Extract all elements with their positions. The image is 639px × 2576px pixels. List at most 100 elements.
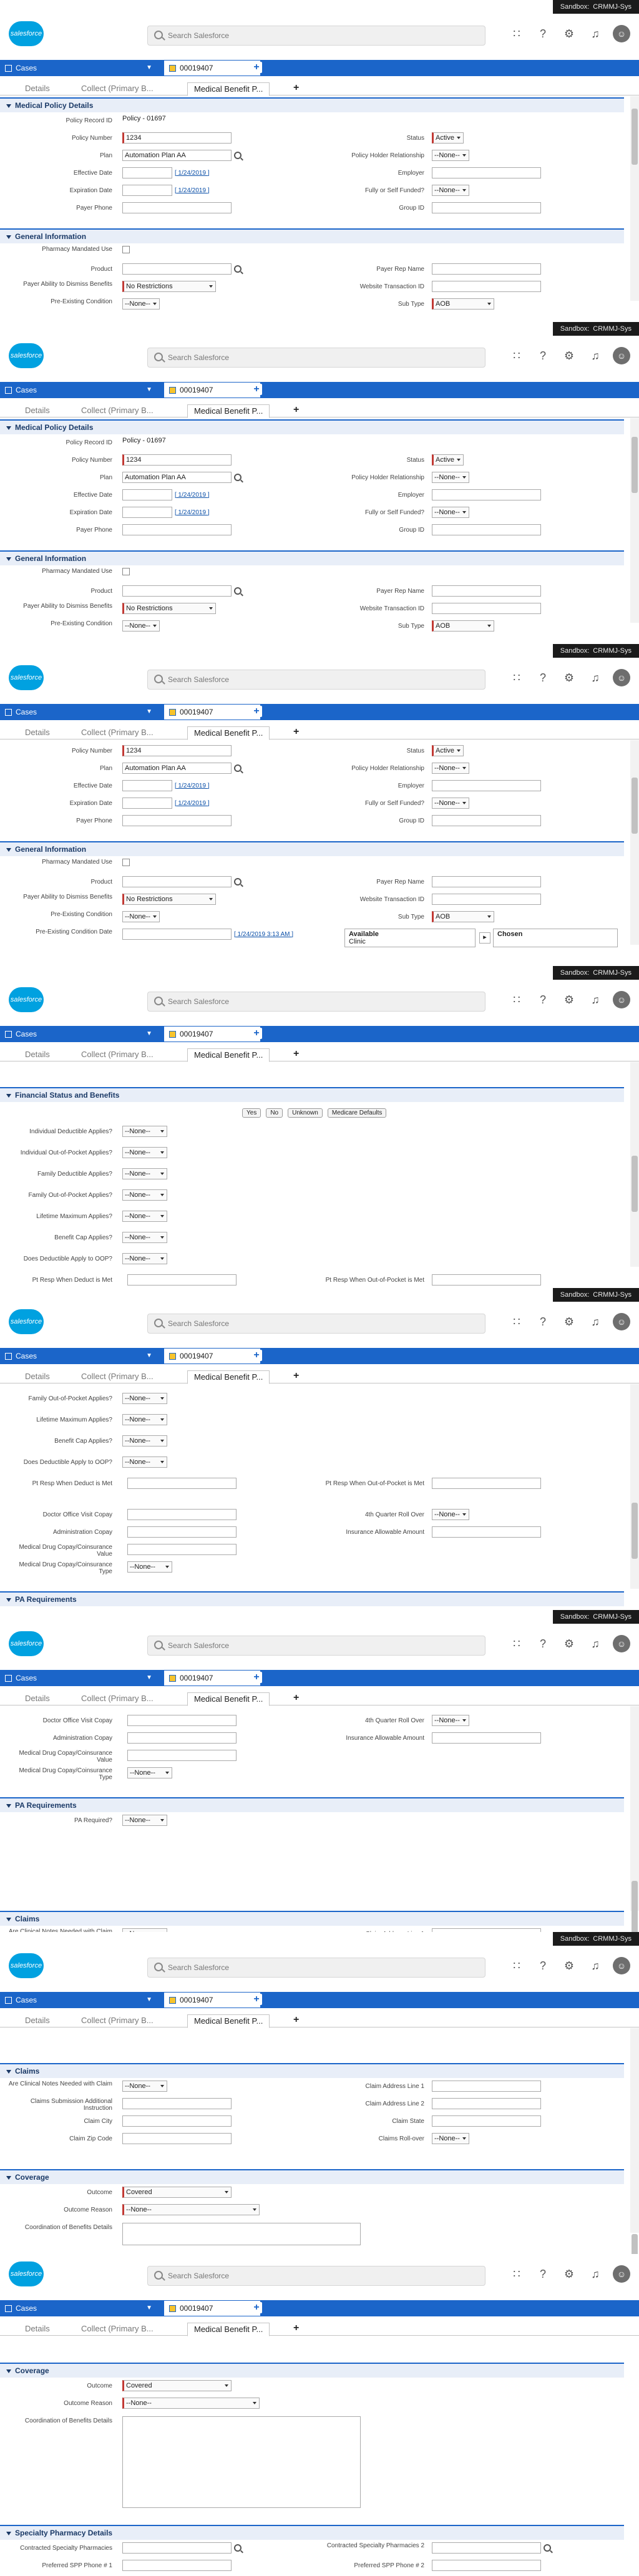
subtab-collect[interactable]: Collect (Primary B... xyxy=(75,1692,160,1705)
section-coverage[interactable]: Coverage xyxy=(0,2363,624,2378)
admin-copay-input[interactable] xyxy=(127,1526,237,1538)
group-id-input[interactable] xyxy=(432,815,541,826)
avatar[interactable]: ☺ xyxy=(613,25,630,42)
medicare-defaults-button[interactable]: Medicare Defaults xyxy=(327,1108,387,1118)
new-tab-button[interactable]: + xyxy=(251,1672,262,1683)
sub-type-select[interactable]: AOB xyxy=(432,620,494,632)
bell-icon[interactable]: ♫ xyxy=(587,2265,604,2283)
gear-icon[interactable]: ⚙ xyxy=(560,991,578,1008)
policy-number-input[interactable]: 1234 xyxy=(122,745,232,756)
admin-copay-input[interactable] xyxy=(127,1732,237,1744)
subtab-details[interactable]: Details xyxy=(19,2014,56,2027)
claims-submission-input[interactable] xyxy=(122,2098,232,2109)
subtab-medical-benefit[interactable]: Medical Benefit P... xyxy=(187,404,270,418)
new-tab-button[interactable]: + xyxy=(251,1994,262,2005)
bell-icon[interactable]: ♫ xyxy=(587,347,604,364)
subtab-add-button[interactable]: + xyxy=(293,82,299,94)
subtab-medical-benefit[interactable]: Medical Benefit P... xyxy=(187,1048,270,1062)
fam-deductible-select[interactable]: --None-- xyxy=(122,1168,167,1179)
subtab-collect[interactable]: Collect (Primary B... xyxy=(75,82,160,95)
section-claims[interactable]: Claims xyxy=(0,1911,624,1926)
tab-cases[interactable]: Cases ▼ xyxy=(0,1348,157,1364)
subtab-collect[interactable]: Collect (Primary B... xyxy=(75,2323,160,2335)
effective-date-input[interactable] xyxy=(122,167,172,178)
lifetime-max-select[interactable]: --None-- xyxy=(122,1414,167,1425)
help-icon[interactable]: ? xyxy=(534,1313,552,1330)
relationship-select[interactable]: --None-- xyxy=(432,472,469,483)
gear-icon[interactable]: ⚙ xyxy=(560,25,578,42)
help-icon[interactable]: ? xyxy=(534,1635,552,1652)
effective-date-link[interactable]: [ 1/24/2019 ] xyxy=(175,492,210,499)
salesforce-logo[interactable]: salesforce xyxy=(9,2261,44,2286)
tab-record[interactable]: 00019407 xyxy=(163,1670,261,1686)
subtab-add-button[interactable]: + xyxy=(293,2323,299,2334)
subtab-details[interactable]: Details xyxy=(19,404,56,417)
deductible-oop-select[interactable]: --None-- xyxy=(122,1253,167,1264)
fourth-quarter-select[interactable]: --None-- xyxy=(432,1509,469,1520)
lookup-icon[interactable] xyxy=(234,764,241,772)
funded-select[interactable]: --None-- xyxy=(432,798,469,809)
tab-cases[interactable]: Cases ▼ xyxy=(0,60,157,76)
outcome-reason-select[interactable]: --None-- xyxy=(122,2398,260,2409)
subtab-collect[interactable]: Collect (Primary B... xyxy=(75,726,160,739)
expiration-date-input[interactable] xyxy=(122,185,172,196)
lookup-icon[interactable] xyxy=(234,2544,241,2552)
claim-city-input[interactable] xyxy=(122,2115,232,2127)
section-claims[interactable]: Claims xyxy=(0,2063,624,2078)
scrollbar[interactable] xyxy=(630,96,639,301)
lookup-icon[interactable] xyxy=(234,474,241,481)
payer-rep-input[interactable] xyxy=(432,585,541,597)
help-icon[interactable]: ? xyxy=(534,991,552,1008)
lookup-icon[interactable] xyxy=(234,265,241,273)
insurance-allowable-input[interactable] xyxy=(432,1526,541,1538)
outcome-reason-select[interactable]: --None-- xyxy=(122,2204,260,2215)
funded-select[interactable]: --None-- xyxy=(432,507,469,518)
avatar[interactable]: ☺ xyxy=(613,669,630,686)
pre-existing-date-input[interactable] xyxy=(122,929,232,940)
avatar[interactable]: ☺ xyxy=(613,1635,630,1652)
status-select[interactable]: Active xyxy=(432,454,464,466)
fam-oop-select[interactable]: --None-- xyxy=(122,1393,167,1404)
tab-cases[interactable]: Cases ▼ xyxy=(0,1670,157,1686)
pa-required-select[interactable]: --None-- xyxy=(122,1815,167,1826)
salesforce-logo[interactable]: salesforce xyxy=(9,1309,44,1334)
grid-icon[interactable]: ∷ xyxy=(508,347,525,364)
gear-icon[interactable]: ⚙ xyxy=(560,347,578,364)
sub-type-select[interactable]: AOB xyxy=(432,298,494,310)
product-input[interactable] xyxy=(122,876,232,887)
pt-resp-oop-input[interactable] xyxy=(432,1274,541,1286)
scrollbar[interactable] xyxy=(630,2028,639,2254)
tab-record[interactable]: 00019407 xyxy=(163,1348,261,1364)
payer-phone-input[interactable] xyxy=(122,202,232,213)
subtab-details[interactable]: Details xyxy=(19,2323,56,2335)
clinical-notes-select[interactable]: --None-- xyxy=(122,2081,167,2092)
subtab-add-button[interactable]: + xyxy=(293,404,299,416)
plan-input[interactable]: Automation Plan AA xyxy=(122,150,232,161)
section-specialty[interactable]: Specialty Pharmacy Details xyxy=(0,2525,624,2540)
site-of-care-available[interactable]: Available Clinic xyxy=(344,929,476,947)
preferred-sp1-input[interactable] xyxy=(122,2560,232,2571)
expiration-date-input[interactable] xyxy=(122,507,172,518)
search-input[interactable]: Search Salesforce xyxy=(147,992,485,1012)
grid-icon[interactable]: ∷ xyxy=(508,2265,525,2283)
avatar[interactable]: ☺ xyxy=(613,991,630,1008)
group-id-input[interactable] xyxy=(432,202,541,213)
effective-date-link[interactable]: [ 1/24/2019 ] xyxy=(175,783,210,789)
grid-icon[interactable]: ∷ xyxy=(508,1957,525,1974)
tab-record[interactable]: 00019407 xyxy=(163,2300,261,2316)
tab-cases[interactable]: Cases ▼ xyxy=(0,382,157,398)
grid-icon[interactable]: ∷ xyxy=(508,991,525,1008)
plan-input[interactable]: Automation Plan AA xyxy=(122,763,232,774)
product-input[interactable] xyxy=(122,585,232,597)
tab-cases[interactable]: Cases ▼ xyxy=(0,1026,157,1042)
tab-record[interactable]: 00019407 xyxy=(163,60,261,76)
search-input[interactable]: Search Salesforce xyxy=(147,2266,485,2286)
section-medical-policy[interactable]: Medical Policy Details xyxy=(0,419,624,434)
lifetime-max-select[interactable]: --None-- xyxy=(122,1211,167,1222)
claim-addr1-input[interactable] xyxy=(432,2081,541,2092)
new-tab-button[interactable]: + xyxy=(251,1350,262,1361)
pre-existing-select[interactable]: --None-- xyxy=(122,620,160,632)
bell-icon[interactable]: ♫ xyxy=(587,991,604,1008)
outcome-select[interactable]: Covered xyxy=(122,2187,232,2198)
subtab-medical-benefit[interactable]: Medical Benefit P... xyxy=(187,2323,270,2336)
